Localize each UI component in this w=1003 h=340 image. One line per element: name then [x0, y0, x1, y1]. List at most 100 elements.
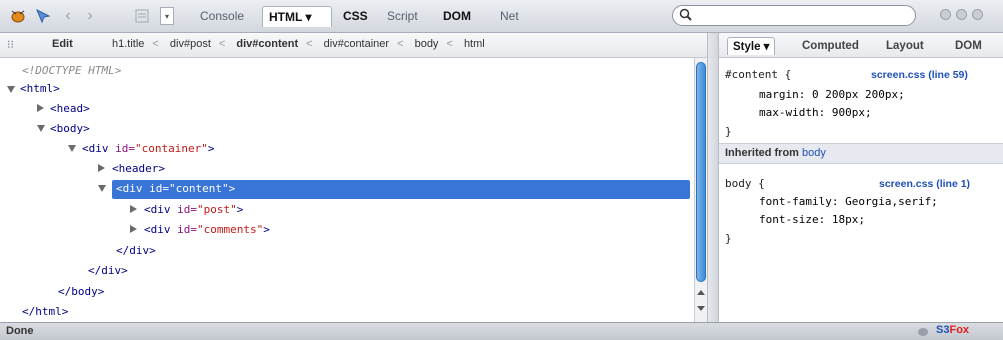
div-content-node[interactable]: <div id="content"> — [116, 180, 235, 198]
div-close-tag: </div> — [88, 264, 128, 277]
breadcrumb-path: h1.title < div#post < div#content < div#con… — [112, 38, 485, 50]
crumb-div-post[interactable]: div#post — [170, 38, 211, 50]
id-attr: id= — [149, 182, 169, 195]
inspect-toggle-icon[interactable]: ⁝⁝ — [7, 38, 14, 51]
tab-side-dom[interactable]: DOM — [950, 37, 987, 55]
firebug-status-icon[interactable] — [916, 326, 930, 340]
minimize-button[interactable] — [940, 9, 951, 20]
div-tag: <div — [144, 223, 178, 236]
search-icon — [679, 8, 693, 25]
tag-close: > — [263, 223, 270, 236]
expand-html-icon[interactable] — [7, 86, 15, 93]
css-declaration[interactable]: max-width: 900px; — [759, 106, 872, 119]
html-tree: <!DOCTYPE HTML> <html> <head> <body> <di… — [0, 58, 694, 322]
firebug-icon[interactable] — [8, 5, 28, 27]
menu-icon[interactable]: ▾ — [160, 7, 174, 25]
doctype-node: <!DOCTYPE HTML> — [22, 62, 121, 80]
div-content-close: </div> — [116, 242, 156, 260]
style-side-panel: Style ▾ Computed Layout DOM #content { s… — [719, 33, 1003, 322]
rule-selector: #content { — [725, 68, 792, 81]
div-tag: <div — [82, 142, 116, 155]
rule-source-link[interactable]: screen.css (line 1) — [879, 178, 970, 190]
id-attr: id= — [177, 203, 197, 216]
tab-computed[interactable]: Computed — [797, 37, 864, 55]
css-declaration[interactable]: font-size: 18px; — [759, 213, 865, 226]
head-node[interactable]: <head> — [50, 100, 90, 118]
html-node[interactable]: <html> — [20, 80, 60, 98]
scrollbar-thumb[interactable] — [696, 62, 706, 282]
crumb-h1-title[interactable]: h1.title — [112, 38, 144, 50]
crumb-div-content[interactable]: div#content — [236, 38, 298, 50]
id-attr: id= — [177, 223, 197, 236]
content-value: "content" — [169, 182, 229, 195]
header-node[interactable]: <header> — [112, 160, 165, 178]
expand-content-icon[interactable] — [98, 185, 106, 192]
search-input[interactable] — [672, 5, 916, 26]
status-text: Done — [6, 325, 34, 337]
edit-button[interactable]: Edit — [52, 38, 73, 50]
rule-source-link[interactable]: screen.css (line 59) — [871, 69, 968, 81]
html-close-tag: </html> — [22, 305, 69, 318]
body-open-tag: <body> — [50, 122, 90, 135]
post-value: "post" — [197, 203, 237, 216]
tag-close: > — [228, 182, 236, 195]
side-tabs: Style ▾ Computed Layout DOM — [719, 33, 1003, 58]
tab-dom[interactable]: DOM — [437, 6, 477, 27]
body-close-tag: </body> — [58, 285, 105, 298]
html-close: </html> — [22, 303, 68, 321]
rule-close: } — [725, 232, 732, 245]
head-tag: <head> — [50, 102, 90, 115]
detach-button[interactable] — [956, 9, 967, 20]
expand-comments-icon[interactable] — [130, 225, 137, 233]
crumb-html[interactable]: html — [464, 38, 485, 50]
expand-container-icon[interactable] — [68, 145, 76, 152]
tree-scrollbar[interactable] — [694, 58, 707, 322]
body-node[interactable]: <body> — [50, 120, 90, 138]
layout-icon[interactable] — [133, 5, 151, 27]
tab-layout[interactable]: Layout — [881, 37, 929, 55]
div-container-close: </div> — [88, 262, 128, 280]
div-comments-node[interactable]: <div id="comments"> — [144, 221, 270, 239]
div-tag: <div — [116, 182, 150, 195]
doctype-text: <!DOCTYPE HTML> — [22, 64, 122, 77]
html-open-tag: <html> — [20, 82, 60, 95]
scroll-up-icon[interactable] — [697, 290, 705, 295]
firebug-toolbar: ‹ › ▾ Console HTML ▾ CSS Script DOM Net — [0, 0, 1003, 33]
tab-css[interactable]: CSS — [337, 6, 374, 27]
rule-close: } — [725, 125, 732, 138]
tab-net[interactable]: Net — [494, 6, 525, 27]
css-declaration[interactable]: margin: 0 200px 200px; — [759, 88, 905, 101]
back-icon[interactable]: ‹ — [58, 5, 78, 27]
scroll-down-icon[interactable] — [697, 306, 705, 311]
rule-selector: body { — [725, 177, 765, 190]
expand-post-icon[interactable] — [130, 205, 137, 213]
breadcrumb: ⁝⁝ Edit h1.title < div#post < div#content <… — [0, 33, 707, 58]
div-container-node[interactable]: <div id="container"> — [82, 140, 214, 158]
expand-header-icon[interactable] — [98, 164, 105, 172]
window-controls — [940, 9, 983, 20]
panel-splitter[interactable] — [707, 33, 719, 322]
div-tag: <div — [144, 203, 178, 216]
tag-close: > — [236, 203, 244, 216]
tab-script[interactable]: Script — [381, 6, 424, 27]
container-value: "container" — [135, 142, 208, 155]
close-button[interactable] — [972, 9, 983, 20]
expand-head-icon[interactable] — [37, 104, 44, 112]
expand-body-icon[interactable] — [37, 125, 45, 132]
s3fox-logo[interactable]: S3Fox — [936, 324, 969, 336]
forward-icon[interactable]: › — [80, 5, 100, 27]
tab-style[interactable]: Style ▾ — [727, 37, 776, 55]
inherited-body-link[interactable]: body — [802, 147, 826, 159]
status-bar: Done S3Fox — [0, 322, 1003, 340]
css-declaration[interactable]: font-family: Georgia,serif; — [759, 195, 938, 208]
inherited-label: Inherited from — [725, 147, 799, 159]
tab-html[interactable]: HTML ▾ — [262, 6, 332, 27]
tag-close: > — [207, 142, 215, 155]
inspect-icon[interactable] — [33, 5, 53, 27]
crumb-body[interactable]: body — [415, 38, 439, 50]
tab-console[interactable]: Console — [194, 6, 250, 27]
inherited-header: Inherited from body — [719, 143, 1003, 164]
header-tag: <header> — [112, 162, 165, 175]
div-post-node[interactable]: <div id="post"> — [144, 201, 243, 219]
crumb-div-container[interactable]: div#container — [324, 38, 389, 50]
